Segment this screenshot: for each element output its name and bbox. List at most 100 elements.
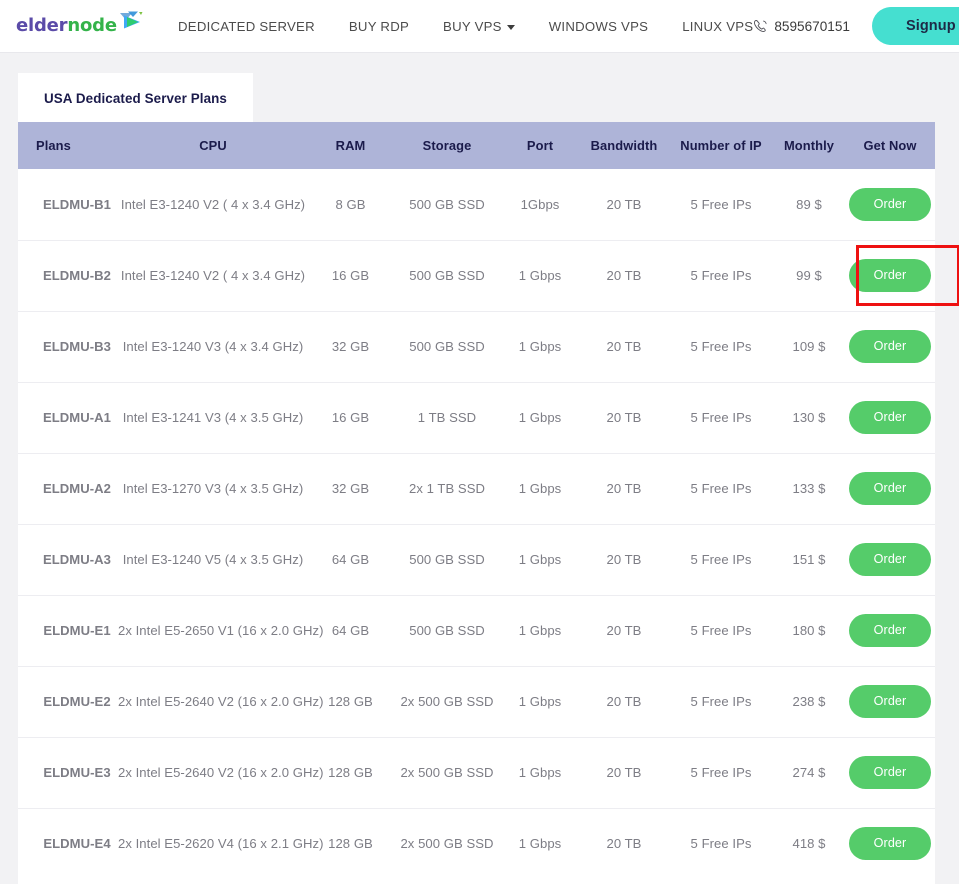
cell-storage: 2x 500 GB SSD	[393, 737, 501, 809]
cell-plan-name: ELDMU-B3	[18, 311, 118, 383]
table-row: ELDMU-A1 Intel E3-1241 V3 (4 x 3.5 GHz) 16…	[18, 382, 935, 454]
cell-bandwidth: 20 TB	[579, 595, 669, 667]
order-button[interactable]: Order	[849, 543, 931, 576]
column-header-bandwidth: Bandwidth	[579, 122, 669, 169]
cell-plan-name: ELDMU-A2	[18, 453, 118, 525]
cell-port: 1 Gbps	[501, 382, 579, 454]
nav-item-dedicated-server[interactable]: DEDICATED SERVER	[178, 13, 315, 40]
order-button[interactable]: Order	[849, 756, 931, 789]
cell-monthly-price: 133 $	[773, 453, 845, 525]
nav-label: WINDOWS VPS	[548, 18, 649, 34]
cell-get-now: Order	[845, 666, 935, 738]
cell-storage: 1 TB SSD	[393, 382, 501, 454]
cell-plan-name: ELDMU-A3	[18, 524, 118, 596]
cell-plan-name: ELDMU-E2	[18, 666, 118, 738]
cell-bandwidth: 20 TB	[579, 453, 669, 525]
chevron-down-icon	[506, 24, 515, 30]
cell-storage: 500 GB SSD	[393, 311, 501, 383]
cell-monthly-price: 99 $	[773, 240, 845, 312]
nav-item-buy-rdp[interactable]: BUY RDP	[349, 13, 409, 40]
cell-monthly-price: 274 $	[773, 737, 845, 809]
cell-monthly-price: 130 $	[773, 382, 845, 454]
cell-cpu: Intel E3-1240 V5 (4 x 3.5 GHz)	[118, 524, 308, 596]
cell-port: 1 Gbps	[501, 240, 579, 312]
site-logo[interactable]: eldernode	[16, 11, 144, 39]
plans-table-body: ELDMU-B1 Intel E3-1240 V2 ( 4 x 3.4 GHz) 8…	[18, 169, 959, 879]
cell-number-of-ip: 5 Free IPs	[690, 836, 752, 852]
column-header-port: Port	[501, 122, 579, 169]
cell-bandwidth: 20 TB	[606, 836, 642, 852]
nav-item-windows-vps[interactable]: WINDOWS VPS	[549, 13, 648, 40]
cell-number-of-ip: 5 Free IPs	[669, 311, 773, 383]
cell-ram: 16 GB	[308, 240, 393, 312]
logo-text-elder: elder	[16, 15, 68, 36]
cell-plan-name: ELDMU-E4	[43, 836, 111, 852]
cell-plan-name: ELDMU-E1	[18, 595, 118, 667]
cell-number-of-ip: 5 Free IPs	[669, 169, 773, 241]
play-arrow-icon	[118, 11, 144, 36]
order-button[interactable]: Order	[849, 330, 931, 363]
cell-plan-name: ELDMU-B2	[18, 240, 118, 312]
plans-tab-bar: USA Dedicated Server Plans	[18, 73, 935, 122]
cell-storage: 500 GB SSD	[393, 595, 501, 667]
cell-bandwidth: 20 TB	[579, 311, 669, 383]
cell-cpu: Intel E3-1270 V3 (4 x 3.5 GHz)	[118, 453, 308, 525]
order-button[interactable]: Order	[849, 187, 931, 221]
order-button[interactable]: Order	[849, 259, 931, 292]
cell-ram: 32 GB	[308, 453, 393, 525]
order-button[interactable]: Order	[849, 614, 931, 647]
table-row: ELDMU-A3 Intel E3-1240 V5 (4 x 3.5 GHz) 64…	[18, 524, 935, 596]
phone-number-text: 8595670151	[774, 18, 850, 34]
plans-table: Plans CPU RAM Storage Port Bandwidth Num…	[18, 122, 959, 879]
phone-icon	[753, 19, 768, 34]
order-button[interactable]: Order	[849, 472, 931, 505]
cell-monthly-price: 238 $	[773, 666, 845, 738]
phone-number[interactable]: 8595670151	[753, 19, 850, 34]
order-button[interactable]: Order	[849, 685, 931, 718]
table-row: ELDMU-A2 Intel E3-1270 V3 (4 x 3.5 GHz) 32…	[18, 453, 935, 525]
cell-monthly-price: 418 $	[792, 836, 826, 852]
logo-wordmark: eldernode	[16, 17, 117, 35]
cell-storage: 2x 500 GB SSD	[393, 666, 501, 738]
cell-bandwidth: 20 TB	[579, 240, 669, 312]
cell-port: 1 Gbps	[501, 666, 579, 738]
nav-label: LINUX VPS	[682, 18, 754, 34]
cell-get-now: Order	[845, 808, 935, 879]
order-button[interactable]: Order	[849, 401, 931, 434]
column-header-number-of-ip: Number of IP	[669, 122, 773, 169]
column-header-get-now: Get Now	[845, 122, 935, 169]
column-header-storage: Storage	[393, 122, 501, 169]
nav-label: BUY VPS	[443, 18, 502, 34]
site-header: eldernode DEDICATED SERVER BUY RDP BUY V…	[0, 0, 959, 53]
signup-button[interactable]: Signup	[871, 7, 959, 45]
nav-item-buy-vps[interactable]: BUY VPS	[443, 13, 515, 40]
tab-usa-dedicated-server-plans[interactable]: USA Dedicated Server Plans	[18, 73, 253, 122]
cell-monthly-price: 151 $	[773, 524, 845, 596]
table-row: ELDMU-E2 2x Intel E5-2640 V2 (16 x 2.0 GH…	[18, 666, 935, 738]
table-row: ELDMU-E1 2x Intel E5-2650 V1 (16 x 2.0 GH…	[18, 595, 935, 667]
column-header-plans: Plans	[18, 122, 118, 169]
cell-port: 1 Gbps	[501, 737, 579, 809]
cell-cpu: Intel E3-1240 V2 ( 4 x 3.4 GHz)	[118, 240, 308, 312]
cell-get-now: Order	[845, 524, 935, 596]
cell-monthly-price: 109 $	[773, 311, 845, 383]
logo-text-node: node	[67, 15, 117, 36]
cell-monthly-price: 180 $	[773, 595, 845, 667]
nav-item-linux-vps[interactable]: LINUX VPS	[682, 13, 753, 40]
cell-cpu: 2x Intel E5-2650 V1 (16 x 2.0 GHz)	[118, 595, 323, 667]
cell-cpu: 2x Intel E5-2640 V2 (16 x 2.0 GHz)	[118, 737, 323, 809]
cell-number-of-ip: 5 Free IPs	[669, 240, 773, 312]
cell-port: 1Gbps	[501, 169, 579, 241]
cell-port: 1 Gbps	[501, 524, 579, 596]
cell-get-now: Order	[845, 595, 935, 667]
cell-get-now: Order	[845, 382, 935, 454]
cell-port: 1 Gbps	[501, 453, 579, 525]
nav-label: DEDICATED SERVER	[178, 18, 315, 34]
order-button[interactable]: Order	[849, 827, 931, 861]
cell-ram: 32 GB	[308, 311, 393, 383]
cell-get-now: Order	[845, 169, 935, 241]
main-navigation: DEDICATED SERVER BUY RDP BUY VPS WINDOWS…	[178, 13, 753, 40]
cell-port: 1 Gbps	[518, 836, 562, 852]
cell-cpu: Intel E3-1240 V2 ( 4 x 3.4 GHz)	[118, 169, 308, 241]
cell-cpu: Intel E3-1241 V3 (4 x 3.5 GHz)	[118, 382, 308, 454]
